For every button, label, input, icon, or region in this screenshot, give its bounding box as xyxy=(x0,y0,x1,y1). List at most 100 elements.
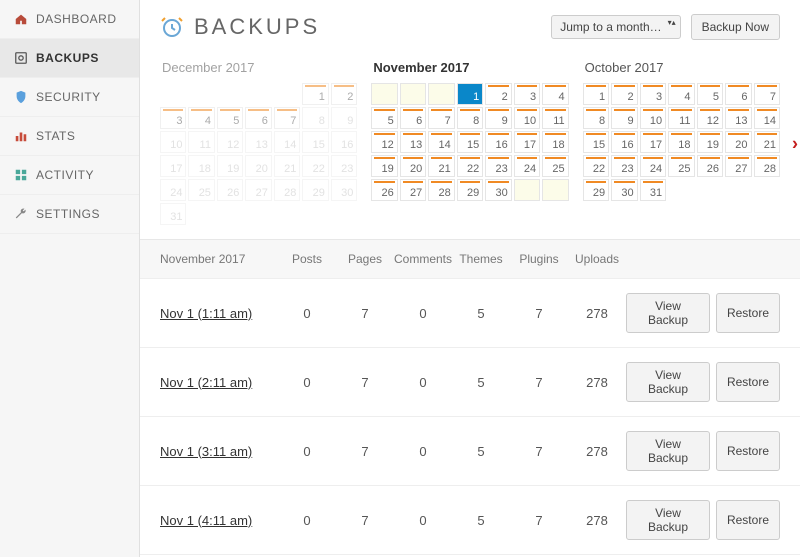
calendar-day[interactable]: 6 xyxy=(400,107,426,129)
calendar-day[interactable]: 12 xyxy=(217,131,243,153)
calendar-day[interactable]: 22 xyxy=(302,155,328,177)
view-backup-button[interactable]: View Backup xyxy=(626,293,710,333)
view-backup-button[interactable]: View Backup xyxy=(626,431,710,471)
calendar-day[interactable]: 21 xyxy=(274,155,300,177)
calendar-day[interactable]: 15 xyxy=(457,131,483,153)
backup-date-link[interactable]: Nov 1 (4:11 am) xyxy=(160,513,278,528)
calendar-day[interactable]: 7 xyxy=(754,83,780,105)
calendar-day[interactable]: 4 xyxy=(542,83,568,105)
calendar-day[interactable]: 10 xyxy=(514,107,540,129)
restore-button[interactable]: Restore xyxy=(716,500,780,540)
calendar-day[interactable]: 5 xyxy=(697,83,723,105)
calendar-day[interactable]: 31 xyxy=(640,179,666,201)
calendar-day[interactable]: 27 xyxy=(725,155,751,177)
calendar-day[interactable]: 29 xyxy=(457,179,483,201)
calendar-day[interactable]: 24 xyxy=(160,179,186,201)
calendar-day[interactable]: 23 xyxy=(331,155,357,177)
sidebar-item-security[interactable]: SECURITY xyxy=(0,78,139,117)
calendar-day[interactable]: 31 xyxy=(160,203,186,225)
calendar-day[interactable]: 14 xyxy=(754,107,780,129)
calendar-day[interactable]: 9 xyxy=(611,107,637,129)
sidebar-item-stats[interactable]: STATS xyxy=(0,117,139,156)
calendar-day[interactable]: 20 xyxy=(725,131,751,153)
calendar-day[interactable]: 16 xyxy=(611,131,637,153)
calendar-day[interactable]: 16 xyxy=(331,131,357,153)
calendar-day[interactable]: 28 xyxy=(428,179,454,201)
calendar-day[interactable]: 25 xyxy=(542,155,568,177)
calendar-day[interactable]: 10 xyxy=(640,107,666,129)
calendar-day[interactable]: 28 xyxy=(274,179,300,201)
calendar-day[interactable]: 18 xyxy=(668,131,694,153)
calendar-day[interactable]: 17 xyxy=(160,155,186,177)
restore-button[interactable]: Restore xyxy=(716,431,780,471)
view-backup-button[interactable]: View Backup xyxy=(626,500,710,540)
calendar-day[interactable]: 12 xyxy=(697,107,723,129)
calendar-day[interactable]: 12 xyxy=(371,131,397,153)
calendar-day[interactable]: 9 xyxy=(485,107,511,129)
backup-date-link[interactable]: Nov 1 (1:11 am) xyxy=(160,306,278,321)
calendar-day[interactable]: 11 xyxy=(668,107,694,129)
calendar-day[interactable]: 27 xyxy=(400,179,426,201)
sidebar-item-backups[interactable]: BACKUPS xyxy=(0,39,139,78)
calendar-day[interactable]: 19 xyxy=(217,155,243,177)
calendar-day[interactable]: 17 xyxy=(514,131,540,153)
calendar-day[interactable]: 2 xyxy=(331,83,357,105)
calendar-day[interactable]: 30 xyxy=(331,179,357,201)
calendar-day[interactable]: 25 xyxy=(188,179,214,201)
calendar-day[interactable]: 5 xyxy=(217,107,243,129)
calendar-day[interactable]: 24 xyxy=(514,155,540,177)
calendar-day[interactable]: 24 xyxy=(640,155,666,177)
calendar-day[interactable]: 20 xyxy=(245,155,271,177)
calendar-day[interactable]: 29 xyxy=(302,179,328,201)
calendar-day[interactable]: 8 xyxy=(302,107,328,129)
calendar-day[interactable]: 11 xyxy=(542,107,568,129)
calendar-day[interactable]: 2 xyxy=(611,83,637,105)
calendar-day[interactable]: 7 xyxy=(428,107,454,129)
calendar-day[interactable]: 27 xyxy=(245,179,271,201)
calendar-day[interactable]: 29 xyxy=(583,179,609,201)
calendar-day[interactable]: 14 xyxy=(428,131,454,153)
calendar-day[interactable]: 1 xyxy=(457,83,483,105)
backup-date-link[interactable]: Nov 1 (2:11 am) xyxy=(160,375,278,390)
calendar-day[interactable]: 9 xyxy=(331,107,357,129)
jump-to-month-select[interactable]: Jump to a month… xyxy=(551,15,680,39)
calendar-day[interactable]: 19 xyxy=(371,155,397,177)
calendar-day[interactable]: 6 xyxy=(245,107,271,129)
backup-now-button[interactable]: Backup Now xyxy=(691,14,780,40)
sidebar-item-dashboard[interactable]: DASHBOARD xyxy=(0,0,139,39)
view-backup-button[interactable]: View Backup xyxy=(626,362,710,402)
calendar-day[interactable]: 5 xyxy=(371,107,397,129)
calendar-day[interactable]: 21 xyxy=(754,131,780,153)
calendar-day[interactable]: 17 xyxy=(640,131,666,153)
calendar-day[interactable]: 16 xyxy=(485,131,511,153)
calendar-day[interactable]: 6 xyxy=(725,83,751,105)
calendar-day[interactable]: 30 xyxy=(485,179,511,201)
calendar-day[interactable]: 4 xyxy=(188,107,214,129)
calendar-day[interactable]: 25 xyxy=(668,155,694,177)
calendar-day[interactable]: 4 xyxy=(668,83,694,105)
calendar-day[interactable]: 3 xyxy=(514,83,540,105)
calendar-day[interactable]: 26 xyxy=(697,155,723,177)
restore-button[interactable]: Restore xyxy=(716,293,780,333)
calendar-day[interactable]: 23 xyxy=(611,155,637,177)
calendar-day[interactable]: 1 xyxy=(583,83,609,105)
next-month-arrow[interactable]: › xyxy=(792,133,798,154)
calendar-day[interactable]: 30 xyxy=(611,179,637,201)
calendar-day[interactable]: 26 xyxy=(217,179,243,201)
calendar-day[interactable]: 21 xyxy=(428,155,454,177)
sidebar-item-activity[interactable]: ACTIVITY xyxy=(0,156,139,195)
calendar-day[interactable]: 19 xyxy=(697,131,723,153)
calendar-day[interactable]: 1 xyxy=(302,83,328,105)
calendar-day[interactable]: 23 xyxy=(485,155,511,177)
calendar-day[interactable]: 3 xyxy=(160,107,186,129)
backup-date-link[interactable]: Nov 1 (3:11 am) xyxy=(160,444,278,459)
calendar-day[interactable]: 7 xyxy=(274,107,300,129)
calendar-day[interactable]: 15 xyxy=(583,131,609,153)
calendar-day[interactable]: 10 xyxy=(160,131,186,153)
calendar-day[interactable]: 26 xyxy=(371,179,397,201)
restore-button[interactable]: Restore xyxy=(716,362,780,402)
calendar-day[interactable]: 11 xyxy=(188,131,214,153)
calendar-day[interactable]: 22 xyxy=(583,155,609,177)
calendar-day[interactable]: 14 xyxy=(274,131,300,153)
calendar-day[interactable]: 2 xyxy=(485,83,511,105)
